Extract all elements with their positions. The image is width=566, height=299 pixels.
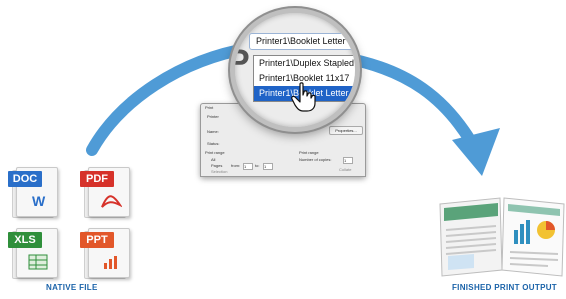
ppt-tag: PPT [80, 232, 114, 248]
pdf-tag: PDF [80, 171, 114, 187]
bar-chart-icon [104, 256, 117, 269]
all-radio-label[interactable]: All [211, 157, 215, 162]
printer-option[interactable]: Printer1\Duplex Stapled Col [254, 56, 355, 71]
from-input[interactable]: 1 [243, 163, 253, 170]
right-arrowhead [452, 128, 500, 176]
from-label: from: [231, 163, 241, 168]
finished-output-caption: FINISHED PRINT OUTPUT [452, 283, 557, 292]
xls-file-icon: XLS [8, 224, 58, 279]
spreadsheet-grid-icon [28, 254, 48, 270]
pdf-acrobat-icon [101, 195, 122, 208]
selection-radio-label[interactable]: Selection [211, 169, 227, 174]
copies-label: Number of copies: [299, 157, 332, 162]
dialog-title: Print [205, 105, 214, 110]
hand-pointer-icon [291, 82, 316, 112]
properties-button[interactable]: Properties... [329, 126, 363, 135]
pages-radio-label[interactable]: Pages [211, 163, 222, 168]
printer-select-value: Printer1\Booklet Letter [256, 36, 346, 46]
to-input[interactable]: 1 [263, 163, 273, 170]
doc-file-icon: DOC W [8, 163, 58, 218]
open-booklet-illustration [439, 197, 565, 277]
printer-select[interactable]: Printer1\Booklet Letter [249, 33, 355, 50]
dialog-range-area: Print range All Pages from: 1 to: 1 Sele… [200, 148, 366, 177]
copies-input[interactable]: 1 [343, 157, 353, 164]
xls-tag: XLS [8, 232, 42, 248]
collate-checkbox-label[interactable]: Collate [339, 167, 351, 172]
copies-group-label: Print range [299, 150, 319, 155]
doc-tag: DOC [8, 171, 42, 187]
to-label: to: [255, 163, 260, 168]
printer-label: Printer [207, 114, 219, 119]
ppt-file-icon: PPT [80, 224, 130, 279]
magnifier-lens: P Printer1\Booklet Letter Printer1\Duple… [230, 8, 360, 132]
word-glyph: W [32, 193, 46, 209]
native-file-caption: NATIVE FILE [46, 283, 98, 292]
status-label: Status: [207, 141, 220, 146]
pdf-file-icon: PDF [80, 163, 130, 218]
name-label: Name: [207, 129, 219, 134]
lens-background-text: P [235, 43, 250, 82]
print-range-label: Print range [205, 150, 225, 155]
